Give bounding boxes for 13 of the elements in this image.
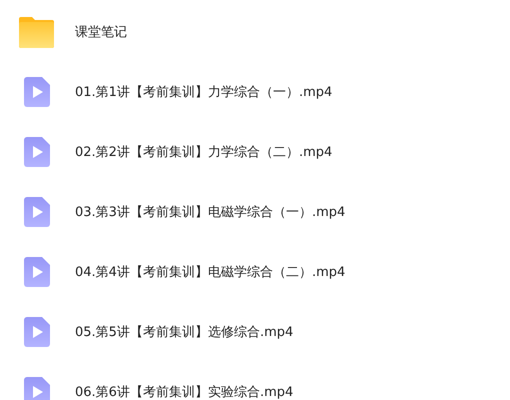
- file-name[interactable]: 05.第5讲【考前集训】选修综合.mp4: [75, 323, 294, 341]
- video-file-icon: [24, 137, 50, 167]
- video-file-icon: [24, 197, 50, 227]
- file-name[interactable]: 01.第1讲【考前集训】力学综合（一）.mp4: [75, 83, 332, 101]
- file-name[interactable]: 课堂笔记: [75, 23, 127, 41]
- video-file-icon: [24, 257, 50, 287]
- file-name[interactable]: 06.第6讲【考前集训】实验综合.mp4: [75, 383, 294, 400]
- file-name[interactable]: 02.第2讲【考前集训】力学综合（二）.mp4: [75, 143, 332, 161]
- folder-icon: [19, 16, 54, 48]
- video-file-icon: [24, 77, 50, 107]
- file-name[interactable]: 03.第3讲【考前集训】电磁学综合（一）.mp4: [75, 203, 346, 221]
- video-file-icon: [24, 317, 50, 347]
- file-name[interactable]: 04.第4讲【考前集训】电磁学综合（二）.mp4: [75, 263, 346, 281]
